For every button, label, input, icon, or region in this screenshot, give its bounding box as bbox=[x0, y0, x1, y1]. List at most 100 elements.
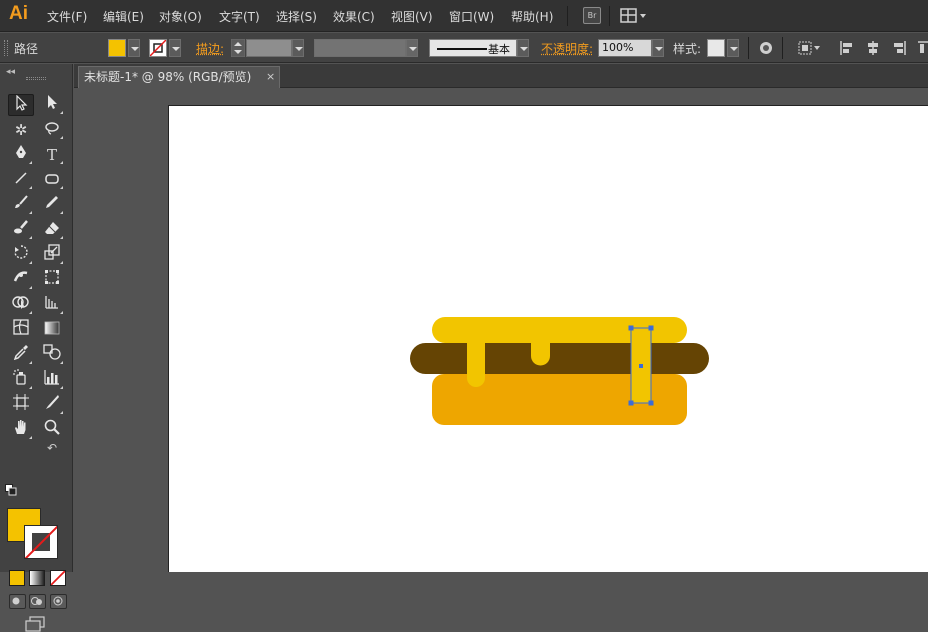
opacity-dropdown[interactable] bbox=[652, 39, 664, 57]
variable-width-profile-dropdown[interactable] bbox=[406, 39, 418, 57]
cheese-drip-middle[interactable] bbox=[531, 343, 550, 366]
stroke-color-swatch[interactable] bbox=[149, 39, 167, 57]
stroke-color-box[interactable] bbox=[24, 525, 58, 559]
graphic-style-dropdown[interactable] bbox=[727, 39, 739, 57]
collapse-panel-icon[interactable]: ◂◂ bbox=[6, 67, 15, 77]
stroke-weight-dropdown[interactable] bbox=[292, 39, 304, 57]
direct-selection-tool-icon[interactable] bbox=[39, 94, 65, 116]
opacity-label[interactable]: 不透明度: bbox=[541, 40, 593, 57]
brush-definition-field[interactable]: 基本 bbox=[429, 39, 517, 57]
draw-inside-icon bbox=[53, 596, 63, 606]
close-tab-icon[interactable]: × bbox=[266, 67, 275, 87]
tools-panel-grip[interactable] bbox=[26, 77, 46, 80]
line-segment-tool-icon[interactable] bbox=[8, 169, 34, 191]
slice-tool-icon[interactable] bbox=[39, 394, 65, 416]
lasso-tool-icon[interactable] bbox=[39, 119, 65, 141]
draw-behind-icon bbox=[31, 597, 42, 605]
recolor-artwork-icon[interactable] bbox=[759, 41, 773, 55]
color-mode-button[interactable] bbox=[9, 570, 25, 586]
cheese-drip-left[interactable] bbox=[467, 343, 485, 387]
eraser-tool-icon[interactable] bbox=[39, 219, 65, 241]
menu-bar: Ai 文件(F) 编辑(E) 对象(O) 文字(T) 选择(S) 效果(C) 视… bbox=[0, 0, 928, 32]
artwork-canvas[interactable] bbox=[169, 106, 928, 573]
gradient-mode-button[interactable] bbox=[29, 570, 45, 586]
mesh-tool-icon[interactable] bbox=[8, 319, 34, 341]
draw-normal-button[interactable] bbox=[9, 594, 26, 609]
bridge-button[interactable]: Br bbox=[583, 7, 601, 24]
stroke-weight-stepper[interactable] bbox=[231, 39, 245, 57]
document-tab[interactable]: 未标题-1* @ 98% (RGB/预览) × bbox=[78, 66, 280, 88]
menu-effect[interactable]: 效果(C) bbox=[333, 8, 375, 25]
screen-mode-icon[interactable] bbox=[24, 616, 46, 632]
stroke-weight-input[interactable] bbox=[246, 39, 292, 57]
align-left-icon[interactable] bbox=[840, 41, 854, 55]
menu-type[interactable]: 文字(T) bbox=[219, 8, 260, 25]
fill-color-swatch[interactable] bbox=[108, 39, 126, 57]
type-tool-icon[interactable]: T bbox=[39, 144, 65, 166]
artboard-tool-icon[interactable] bbox=[8, 394, 34, 416]
shape-builder-tool-icon[interactable] bbox=[8, 294, 34, 316]
menu-help[interactable]: 帮助(H) bbox=[511, 8, 553, 25]
selection-handle[interactable] bbox=[648, 325, 654, 331]
eyedropper-tool-icon[interactable] bbox=[8, 344, 34, 366]
align-top-icon[interactable] bbox=[918, 41, 928, 55]
magic-wand-tool-icon[interactable]: ✲ bbox=[8, 119, 34, 141]
align-horizontal-center-icon[interactable] bbox=[866, 41, 880, 55]
opacity-input[interactable]: 100% bbox=[598, 39, 652, 57]
menu-edit[interactable]: 编辑(E) bbox=[103, 8, 144, 25]
default-fill-stroke-icon[interactable] bbox=[5, 484, 17, 496]
graphic-style-swatch[interactable] bbox=[707, 39, 725, 57]
gradient-tool-icon[interactable] bbox=[39, 319, 65, 341]
none-color-icon bbox=[150, 40, 166, 56]
patty[interactable] bbox=[410, 343, 709, 374]
rounded-rectangle-tool-icon[interactable] bbox=[39, 169, 65, 191]
document-tab-title: 未标题-1* @ 98% (RGB/预览) bbox=[84, 70, 252, 84]
zoom-tool-icon[interactable] bbox=[39, 419, 65, 441]
blob-brush-tool-icon[interactable] bbox=[8, 219, 34, 241]
column-graph-tool-icon[interactable] bbox=[39, 369, 65, 391]
pen-tool-icon[interactable] bbox=[8, 144, 34, 166]
selection-handle[interactable] bbox=[628, 325, 634, 331]
blend-tool-icon[interactable] bbox=[39, 344, 65, 366]
selection-handle[interactable] bbox=[648, 400, 654, 406]
fill-color-dropdown[interactable] bbox=[128, 39, 140, 57]
control-bar: 路径 描边: 基本 不透明度: 100% 样式: bbox=[0, 33, 928, 63]
draw-normal-icon bbox=[12, 597, 20, 605]
width-tool-icon[interactable] bbox=[8, 269, 34, 291]
workspace[interactable] bbox=[74, 89, 928, 572]
control-divider bbox=[748, 37, 749, 59]
draw-inside-button[interactable] bbox=[50, 594, 67, 609]
workspace-switcher-icon[interactable] bbox=[620, 8, 650, 24]
paintbrush-tool-icon[interactable] bbox=[8, 194, 34, 216]
app-logo: Ai bbox=[9, 3, 28, 24]
tools-panel: ◂◂ ✲ T ↶ bbox=[0, 64, 73, 632]
stroke-color-dropdown[interactable] bbox=[169, 39, 181, 57]
control-bar-grip[interactable] bbox=[4, 40, 8, 56]
menu-divider bbox=[609, 6, 610, 26]
menu-select[interactable]: 选择(S) bbox=[276, 8, 317, 25]
scale-tool-icon[interactable] bbox=[39, 244, 65, 266]
align-right-icon[interactable] bbox=[892, 41, 906, 55]
perspective-grid-tool-icon[interactable] bbox=[39, 294, 65, 316]
selection-handle[interactable] bbox=[628, 400, 634, 406]
align-to-selection-icon[interactable] bbox=[798, 41, 822, 55]
none-mode-button[interactable] bbox=[50, 570, 66, 586]
swap-fill-stroke-icon[interactable]: ↶ bbox=[47, 441, 57, 455]
rotate-tool-icon[interactable] bbox=[8, 244, 34, 266]
menu-window[interactable]: 窗口(W) bbox=[449, 8, 494, 25]
menu-object[interactable]: 对象(O) bbox=[159, 8, 202, 25]
free-transform-tool-icon[interactable] bbox=[39, 269, 65, 291]
menu-view[interactable]: 视图(V) bbox=[391, 8, 433, 25]
none-color-slash bbox=[25, 526, 57, 558]
variable-width-profile-field[interactable] bbox=[314, 39, 406, 57]
pencil-tool-icon[interactable] bbox=[39, 194, 65, 216]
symbol-sprayer-tool-icon[interactable] bbox=[8, 369, 34, 391]
hand-tool-icon[interactable] bbox=[8, 419, 34, 441]
artboard[interactable] bbox=[168, 105, 928, 572]
brush-definition-dropdown[interactable] bbox=[517, 39, 529, 57]
menu-file[interactable]: 文件(F) bbox=[47, 8, 87, 25]
draw-behind-button[interactable] bbox=[29, 594, 46, 609]
selection-tool-icon[interactable] bbox=[8, 94, 34, 116]
brush-stroke-preview bbox=[437, 48, 487, 50]
stroke-weight-label[interactable]: 描边: bbox=[196, 40, 224, 57]
